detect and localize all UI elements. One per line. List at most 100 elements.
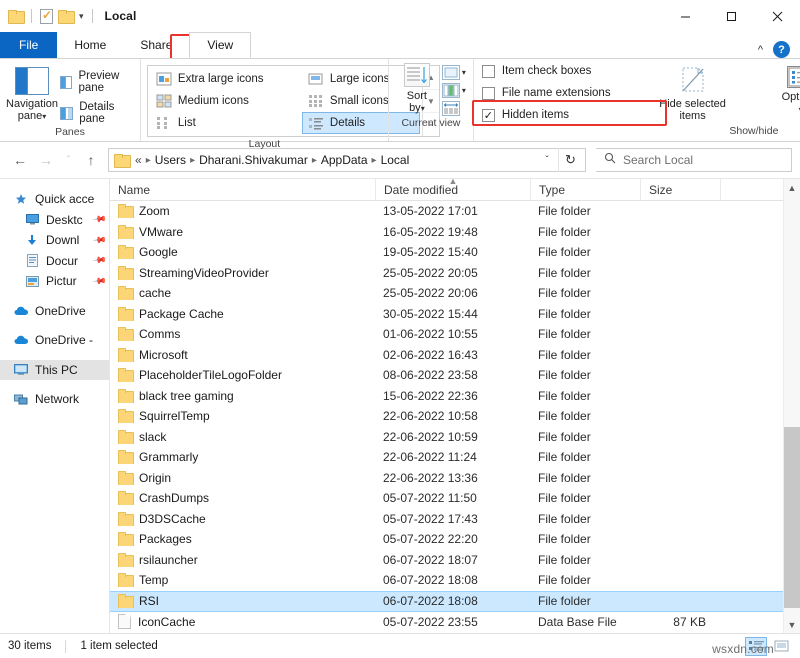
pin-icon[interactable]: 📌 xyxy=(92,232,107,248)
sidebar-item-this-pc[interactable]: This PC xyxy=(0,359,109,380)
table-row[interactable]: Google 19-05-2022 15:40 File folder xyxy=(110,242,783,263)
search-input[interactable]: Search Local xyxy=(596,148,792,172)
folder-icon[interactable] xyxy=(8,10,25,24)
properties-icon[interactable] xyxy=(40,8,53,24)
file-name-extensions-option[interactable]: File name extensions xyxy=(481,84,611,102)
scroll-down-arrow-icon[interactable]: ▼ xyxy=(784,616,800,633)
preview-pane-button[interactable]: Preview pane xyxy=(60,70,134,94)
table-row[interactable]: SquirrelTemp 22-06-2022 10:58 File folder xyxy=(110,406,783,427)
file-name-label: IconCache xyxy=(138,614,196,629)
hidden-items-checkbox[interactable]: ✓ xyxy=(481,108,495,122)
forward-button[interactable]: → xyxy=(34,148,58,172)
table-row[interactable]: black tree gaming 15-06-2022 22:36 File fo… xyxy=(110,386,783,407)
new-folder-icon[interactable] xyxy=(58,10,75,24)
cell-type: File folder xyxy=(538,491,591,506)
size-columns-to-fit-button[interactable] xyxy=(441,101,466,116)
hidden-items-option[interactable]: ✓ Hidden items xyxy=(481,106,611,124)
cell-name: Grammarly xyxy=(110,450,375,465)
help-icon[interactable]: ? xyxy=(773,41,790,58)
table-row[interactable]: PlaceholderTileLogoFolder 08-06-2022 23:5… xyxy=(110,365,783,386)
maximize-button[interactable] xyxy=(708,0,754,32)
table-row[interactable]: D3DSCache 05-07-2022 17:43 File folder xyxy=(110,509,783,530)
sidebar-item-pictures[interactable]: Pictur 📌 xyxy=(0,271,109,292)
file-name-extensions-checkbox[interactable] xyxy=(481,86,495,100)
table-row[interactable]: rsilauncher 06-07-2022 18:07 File folder xyxy=(110,550,783,571)
minimize-button[interactable] xyxy=(662,0,708,32)
tab-share[interactable]: Share xyxy=(123,32,189,58)
column-header-name[interactable]: Name xyxy=(110,178,375,200)
chevron-down-icon[interactable]: ▾ xyxy=(462,68,466,77)
column-header-date-modified[interactable]: ▲ Date modified xyxy=(375,177,530,200)
breadcrumb-appdata[interactable]: AppData xyxy=(321,153,368,167)
tab-view[interactable]: View xyxy=(189,32,252,58)
breadcrumb-root[interactable]: « xyxy=(135,153,142,167)
close-button[interactable] xyxy=(754,0,800,32)
folder-icon xyxy=(118,204,134,219)
ribbon-tab-bar: File Home Share View ^ ? xyxy=(0,32,800,60)
table-row[interactable]: Package Cache 30-05-2022 15:44 File folder xyxy=(110,304,783,325)
collapse-ribbon-icon[interactable]: ^ xyxy=(758,44,763,56)
up-button[interactable]: ↑ xyxy=(79,148,103,172)
scrollbar-track[interactable] xyxy=(784,196,800,616)
options-button[interactable]: Options ▾ xyxy=(767,62,800,124)
table-row[interactable]: Microsoft 02-06-2022 16:43 File folder xyxy=(110,345,783,366)
chevron-down-icon[interactable]: ▾ xyxy=(79,11,84,22)
table-row[interactable]: Grammarly 22-06-2022 11:24 File folder xyxy=(110,447,783,468)
folder-icon xyxy=(118,265,134,280)
scroll-up-arrow-icon[interactable]: ▲ xyxy=(784,179,800,196)
table-row[interactable]: IconCache 05-07-2022 23:55 Data Base File 8… xyxy=(110,612,783,633)
layout-medium-icons[interactable]: Medium icons xyxy=(150,90,302,112)
navigation-pane-button[interactable]: Navigation pane▾ xyxy=(6,63,58,123)
breadcrumb-local[interactable]: Local xyxy=(381,153,410,167)
table-row[interactable]: VMware 16-05-2022 19:48 File folder xyxy=(110,222,783,243)
table-row[interactable]: cache 25-05-2022 20:06 File folder xyxy=(110,283,783,304)
recent-locations-button[interactable]: ˇ xyxy=(60,148,77,172)
table-row[interactable]: Packages 05-07-2022 22:20 File folder xyxy=(110,529,783,550)
sort-by-button[interactable]: Sort by▾ xyxy=(396,63,438,116)
table-row[interactable]: RSI 06-07-2022 18:08 File folder xyxy=(110,590,783,612)
chevron-down-icon[interactable]: ˇ xyxy=(537,149,557,171)
sidebar-item-documents[interactable]: Docur 📌 xyxy=(0,251,109,272)
scrollbar-thumb[interactable] xyxy=(784,427,800,608)
layout-list[interactable]: List xyxy=(150,112,302,134)
table-row[interactable]: Zoom 13-05-2022 17:01 File folder xyxy=(110,201,783,222)
table-row[interactable]: Temp 06-07-2022 18:08 File folder xyxy=(110,570,783,591)
details-pane-button[interactable]: Details pane xyxy=(60,101,134,125)
sidebar-item-quick-access[interactable]: Quick acce xyxy=(0,189,109,210)
chevron-down-icon[interactable]: ▾ xyxy=(462,86,466,95)
table-row[interactable]: CrashDumps 05-07-2022 11:50 File folder xyxy=(110,488,783,509)
column-header-size[interactable]: Size xyxy=(640,178,720,200)
breadcrumb-users[interactable]: Users xyxy=(155,153,186,167)
pin-icon[interactable]: 📌 xyxy=(92,212,107,228)
tab-file[interactable]: File xyxy=(0,32,58,58)
cell-date-modified: 22-06-2022 11:24 xyxy=(383,450,477,465)
options-icon xyxy=(786,66,800,88)
table-row[interactable]: StreamingVideoProvider 25-05-2022 20:05 Fi… xyxy=(110,263,783,284)
table-row[interactable]: Origin 22-06-2022 13:36 File folder xyxy=(110,468,783,489)
sidebar-item-onedrive[interactable]: OneDrive xyxy=(0,301,109,322)
refresh-button[interactable]: ↻ xyxy=(558,148,582,172)
chevron-down-icon[interactable]: ▾ xyxy=(421,104,425,113)
address-input[interactable]: « ▸ Users ▸ Dharani.Shivakumar ▸ AppData… xyxy=(108,148,586,172)
column-header-type[interactable]: Type xyxy=(530,178,640,200)
divider xyxy=(65,639,67,653)
sidebar-item-downloads[interactable]: Downl 📌 xyxy=(0,230,109,251)
item-check-boxes-option[interactable]: Item check boxes xyxy=(481,62,611,80)
breadcrumb-user[interactable]: Dharani.Shivakumar xyxy=(199,153,308,167)
add-columns-button[interactable]: ▾ xyxy=(441,83,466,98)
tab-home[interactable]: Home xyxy=(57,32,123,58)
vertical-scrollbar[interactable]: ▲ ▼ xyxy=(783,179,800,633)
sidebar-item-onedrive-business[interactable]: OneDrive - xyxy=(0,330,109,351)
hide-selected-items-button[interactable]: Hide selected items xyxy=(647,62,739,124)
item-check-boxes-checkbox[interactable] xyxy=(481,64,495,78)
sidebar-item-network[interactable]: Network xyxy=(0,389,109,410)
sidebar-item-desktop[interactable]: Desktc 📌 xyxy=(0,210,109,231)
back-button[interactable]: ← xyxy=(8,148,32,172)
pin-icon[interactable]: 📌 xyxy=(92,253,107,269)
chevron-down-icon[interactable]: ▾ xyxy=(42,112,46,121)
group-by-button[interactable]: ▾ xyxy=(441,65,466,80)
table-row[interactable]: slack 22-06-2022 10:59 File folder xyxy=(110,427,783,448)
pin-icon[interactable]: 📌 xyxy=(92,273,107,289)
layout-extra-large-icons[interactable]: Extra large icons xyxy=(150,68,302,90)
table-row[interactable]: Comms 01-06-2022 10:55 File folder xyxy=(110,324,783,345)
